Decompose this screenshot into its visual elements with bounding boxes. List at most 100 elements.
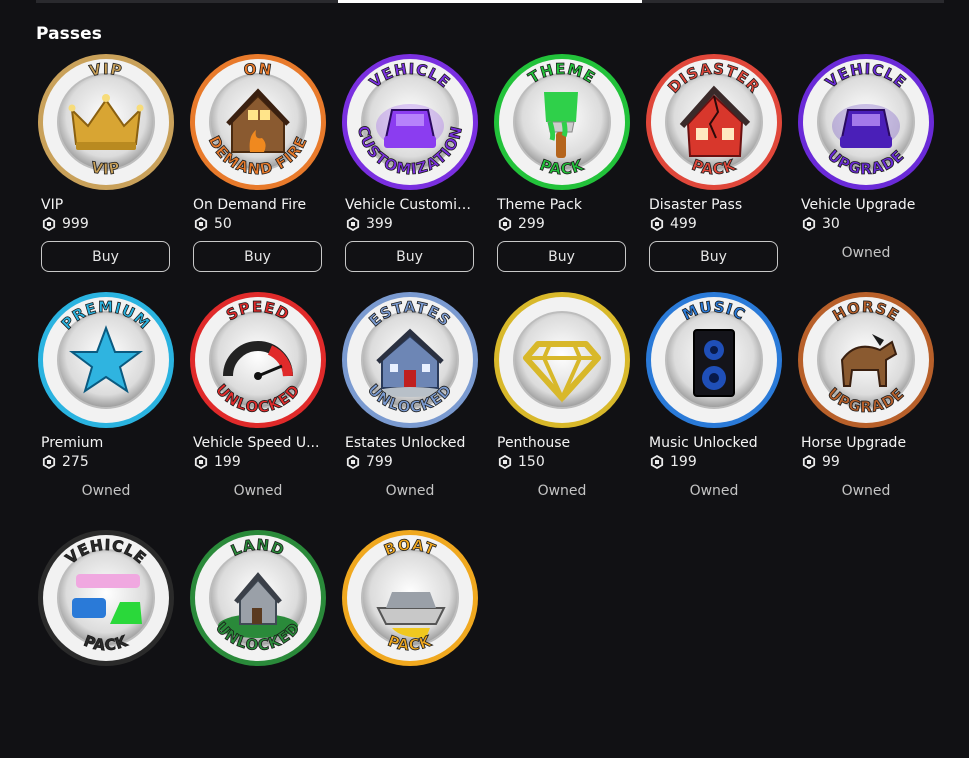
pass-badge-image[interactable]: VEHICLECUSTOMIZATION: [340, 52, 480, 192]
pass-badge-image[interactable]: VIP VIP: [36, 52, 176, 192]
pass-badge-image[interactable]: BOATPACK: [340, 528, 480, 668]
pass-price: 99: [802, 454, 840, 470]
pass-price-value: 299: [518, 216, 545, 232]
pass-thumbnail[interactable]: ON DEMAND FIRE: [188, 52, 328, 192]
speaker-icon: [693, 329, 735, 397]
pass-card[interactable]: SPEED UNLOCKED Vehicle Speed U... 199 Owne…: [188, 290, 328, 520]
pass-thumbnail[interactable]: BOAT PACK: [340, 528, 480, 668]
pass-badge-image[interactable]: [492, 290, 632, 430]
buy-button[interactable]: Buy: [41, 241, 170, 272]
pass-price: 199: [650, 454, 697, 470]
pass-card[interactable]: VIP VIP VIP 999 Buy: [36, 52, 176, 282]
pass-badge-image[interactable]: DISASTERPACK: [644, 52, 784, 192]
pass-card[interactable]: PREMIUM Premium 275 Owned: [36, 290, 176, 520]
pass-thumbnail[interactable]: [492, 290, 632, 430]
robux-icon: [498, 217, 512, 231]
active-tab-indicator[interactable]: [338, 0, 642, 3]
buy-button[interactable]: Buy: [497, 241, 626, 272]
pass-card[interactable]: BOAT PACK: [340, 528, 480, 758]
robux-icon: [802, 217, 816, 231]
pass-badge-image[interactable]: MUSIC: [644, 290, 784, 430]
pass-badge-image[interactable]: HORSEUPGRADE: [796, 290, 936, 430]
pass-price-value: 199: [214, 454, 241, 470]
owned-label: Owned: [81, 483, 131, 499]
pass-price: 150: [498, 454, 545, 470]
pass-name[interactable]: Horse Upgrade: [801, 435, 931, 451]
pass-price: 399: [346, 216, 393, 232]
pass-thumbnail[interactable]: HORSE UPGRADE: [796, 290, 936, 430]
pass-name[interactable]: On Demand Fire: [193, 197, 323, 213]
pass-price: 799: [346, 454, 393, 470]
pass-thumbnail[interactable]: SPEED UNLOCKED: [188, 290, 328, 430]
pass-card[interactable]: VEHICLE CUSTOMIZATION Vehicle Customiz...…: [340, 52, 480, 282]
pass-card[interactable]: VEHICLE PACK: [36, 528, 176, 758]
pass-card[interactable]: Penthouse 150 Owned: [492, 290, 632, 520]
buy-button[interactable]: Buy: [193, 241, 322, 272]
pass-price: 499: [650, 216, 697, 232]
pass-card[interactable]: LAND UNLOCKED: [188, 528, 328, 758]
pass-thumbnail[interactable]: VEHICLE UPGRADE: [796, 52, 936, 192]
car-icon: [832, 104, 900, 148]
robux-icon: [194, 455, 208, 469]
pass-price-value: 799: [366, 454, 393, 470]
pass-badge-image[interactable]: VEHICLEPACK: [36, 528, 176, 668]
robux-icon: [194, 217, 208, 231]
pass-price: 199: [194, 454, 241, 470]
pass-name[interactable]: Premium: [41, 435, 171, 451]
pass-card[interactable]: MUSIC Music Unlocked 199 Owned: [644, 290, 784, 520]
robux-icon: [650, 455, 664, 469]
pass-thumbnail[interactable]: VEHICLE CUSTOMIZATION: [340, 52, 480, 192]
pass-price-value: 275: [62, 454, 89, 470]
robux-icon: [346, 455, 360, 469]
pass-name[interactable]: Penthouse: [497, 435, 627, 451]
pass-card[interactable]: THEME PACK Theme Pack 299 Buy: [492, 52, 632, 282]
pass-price: 275: [42, 454, 89, 470]
pass-card[interactable]: HORSE UPGRADE Horse Upgrade 99 Owned: [796, 290, 936, 520]
owned-label: Owned: [385, 483, 435, 499]
buy-button[interactable]: Buy: [649, 241, 778, 272]
pass-badge-image[interactable]: ONDEMAND FIRE: [188, 52, 328, 192]
pass-thumbnail[interactable]: MUSIC: [644, 290, 784, 430]
robux-icon: [650, 217, 664, 231]
pass-thumbnail[interactable]: DISASTER PACK: [644, 52, 784, 192]
pass-price: 299: [498, 216, 545, 232]
pass-thumbnail[interactable]: THEME PACK: [492, 52, 632, 192]
pass-price-value: 99: [822, 454, 840, 470]
owned-label: Owned: [233, 483, 283, 499]
pass-badge-image[interactable]: SPEEDUNLOCKED: [188, 290, 328, 430]
pass-name[interactable]: Music Unlocked: [649, 435, 779, 451]
pass-card[interactable]: DISASTER PACK Disaster Pass 499 Buy: [644, 52, 784, 282]
pass-name[interactable]: Vehicle Customiz...: [345, 197, 475, 213]
pass-name[interactable]: Theme Pack: [497, 197, 627, 213]
pass-badge-image[interactable]: VEHICLEUPGRADE: [796, 52, 936, 192]
pass-price-value: 50: [214, 216, 232, 232]
pass-badge-image[interactable]: PREMIUM: [36, 290, 176, 430]
pass-card[interactable]: VEHICLE UPGRADE Vehicle Upgrade 30 Owned: [796, 52, 936, 282]
pass-price-value: 999: [62, 216, 89, 232]
pass-thumbnail[interactable]: PREMIUM: [36, 290, 176, 430]
pass-price-value: 150: [518, 454, 545, 470]
pass-price-value: 30: [822, 216, 840, 232]
svg-text:VIP: VIP: [88, 60, 124, 80]
pass-name[interactable]: Vehicle Speed U...: [193, 435, 323, 451]
pass-card[interactable]: ON DEMAND FIRE On Demand Fire 50 Buy: [188, 52, 328, 282]
pass-card[interactable]: ESTATES UNLOCKED Estates Unlocked 799 Owne…: [340, 290, 480, 520]
pass-name[interactable]: Vehicle Upgrade: [801, 197, 931, 213]
pass-thumbnail[interactable]: VIP VIP: [36, 52, 176, 192]
pass-name[interactable]: Disaster Pass: [649, 197, 779, 213]
pass-badge-image[interactable]: THEMEPACK: [492, 52, 632, 192]
pass-badge-image[interactable]: LANDUNLOCKED: [188, 528, 328, 668]
pass-price: 50: [194, 216, 232, 232]
robux-icon: [498, 455, 512, 469]
pass-thumbnail[interactable]: LAND UNLOCKED: [188, 528, 328, 668]
pass-price-value: 399: [366, 216, 393, 232]
pass-badge-image[interactable]: ESTATESUNLOCKED: [340, 290, 480, 430]
pass-name[interactable]: Estates Unlocked: [345, 435, 475, 451]
pass-thumbnail[interactable]: VEHICLE PACK: [36, 528, 176, 668]
buy-button[interactable]: Buy: [345, 241, 474, 272]
pass-price-value: 199: [670, 454, 697, 470]
svg-text:VIP: VIP: [90, 158, 122, 178]
pass-price: 999: [42, 216, 89, 232]
pass-name[interactable]: VIP: [41, 197, 171, 213]
pass-thumbnail[interactable]: ESTATES UNLOCKED: [340, 290, 480, 430]
